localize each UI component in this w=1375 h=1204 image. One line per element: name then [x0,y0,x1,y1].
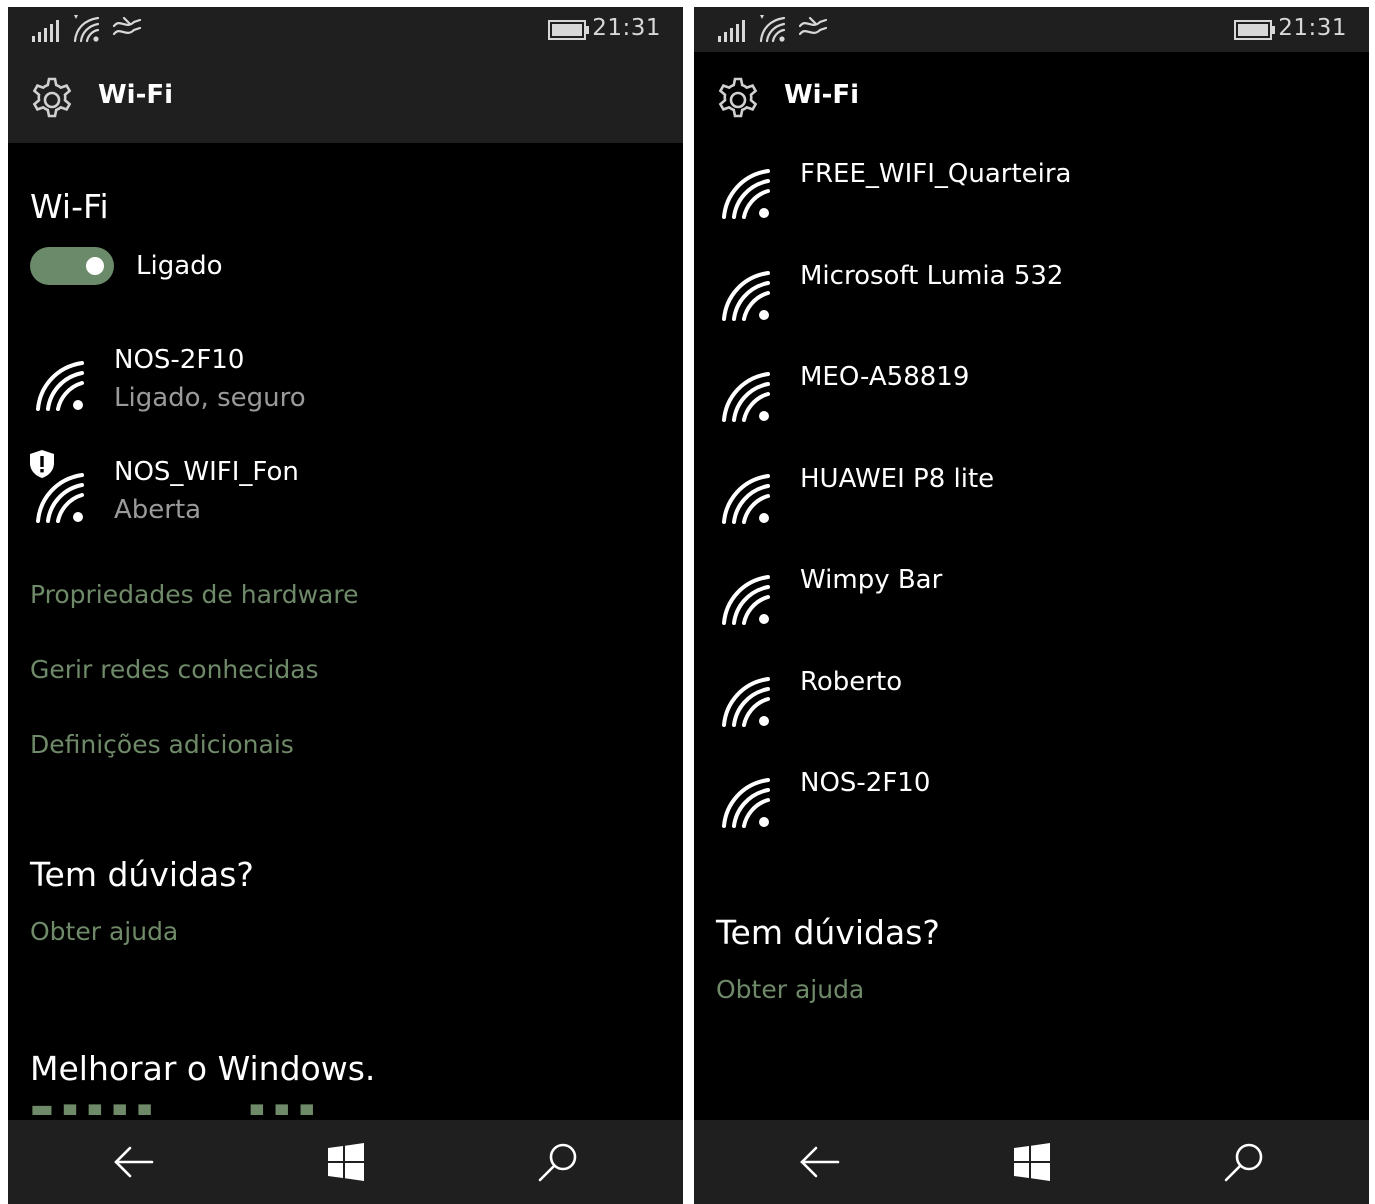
windows-start-icon[interactable] [1010,1140,1054,1184]
wifi-toggle-label: Ligado [136,251,223,281]
network-item[interactable]: NOS-2F10 [694,766,1369,856]
network-status: Ligado, seguro [114,383,306,413]
network-item[interactable]: Roberto [694,665,1369,755]
network-name: NOS_WIFI_Fon [114,457,299,487]
left-phone-screen: 21:31 Wi-Fi Wi-Fi Ligado NOS-2F10 Ligado… [8,7,683,1204]
network-item-nos-2f10[interactable]: NOS-2F10 Ligado, seguro [8,341,683,431]
wifi-icon [720,472,776,528]
battery-icon [1234,20,1276,40]
get-help-link[interactable]: Obter ajuda [30,917,178,946]
improve-windows-title: Melhorar o Windows. [30,1049,376,1088]
windows-start-icon[interactable] [324,1140,368,1184]
network-status: Aberta [114,495,202,525]
network-item[interactable]: HUAWEI P8 lite [694,462,1369,552]
network-name: NOS-2F10 [800,768,931,798]
wifi-icon [720,370,776,426]
navigation-bar [694,1120,1369,1204]
back-arrow-icon[interactable] [112,1140,156,1184]
page-header: Wi-Fi [694,52,1369,143]
wifi-icon [34,359,90,415]
page-title: Wi-Fi [98,80,174,110]
wifi-icon [720,776,776,832]
wifi-status-icon [758,13,786,43]
signal-bars-icon [32,20,64,42]
status-bar: 21:31 [8,7,683,52]
back-arrow-icon[interactable] [798,1140,842,1184]
network-item[interactable]: FREE_WIFI_Quarteira [694,157,1369,247]
hardware-properties-link[interactable]: Propriedades de hardware [30,580,359,609]
manage-known-networks-link[interactable]: Gerir redes conhecidas [30,655,319,684]
network-name: Wimpy Bar [800,565,943,595]
wifi-toggle[interactable] [30,247,114,285]
wifi-icon [34,471,90,527]
status-time: 21:31 [592,15,661,41]
wifi-icon [720,269,776,325]
clipped-text-row: ▬ ▪ ▪ ▪ ▪ ▪ ▪ ▪ [30,1103,315,1115]
status-bar: 21:31 [694,7,1369,52]
wifi-icon [720,167,776,223]
shield-warning-icon [28,449,56,479]
help-title: Tem dúvidas? [30,855,254,894]
wireless-wave-icon [798,16,828,42]
wifi-section-title: Wi-Fi [30,187,109,226]
network-item[interactable]: Microsoft Lumia 532 [694,259,1369,349]
help-title: Tem dúvidas? [716,913,940,952]
search-icon[interactable] [1222,1140,1266,1184]
network-name: HUAWEI P8 lite [800,464,995,494]
additional-settings-link[interactable]: Definições adicionais [30,730,294,759]
network-name: Roberto [800,667,903,697]
network-item-nos-wifi-fon[interactable]: NOS_WIFI_Fon Aberta [8,453,683,543]
wifi-icon [720,573,776,629]
network-name: FREE_WIFI_Quarteira [800,159,1072,189]
right-phone-screen: 21:31 Wi-Fi FREE_WIFI_Quarteira Microsof… [694,7,1369,1204]
wifi-icon [720,675,776,731]
network-item[interactable]: MEO-A58819 [694,360,1369,450]
gear-icon [714,74,762,122]
search-icon[interactable] [536,1140,580,1184]
gear-icon [28,74,76,122]
get-help-link[interactable]: Obter ajuda [716,975,864,1004]
navigation-bar [8,1120,683,1204]
status-time: 21:31 [1278,15,1347,41]
network-name: NOS-2F10 [114,345,245,375]
network-name: Microsoft Lumia 532 [800,261,1064,291]
network-name: MEO-A58819 [800,362,970,392]
page-title: Wi-Fi [784,80,860,110]
signal-bars-icon [718,20,750,42]
toggle-knob [86,257,104,275]
battery-icon [548,20,590,40]
network-item[interactable]: Wimpy Bar [694,563,1369,653]
wireless-wave-icon [112,16,142,42]
wifi-status-icon [72,13,100,43]
page-header: Wi-Fi [8,52,683,143]
